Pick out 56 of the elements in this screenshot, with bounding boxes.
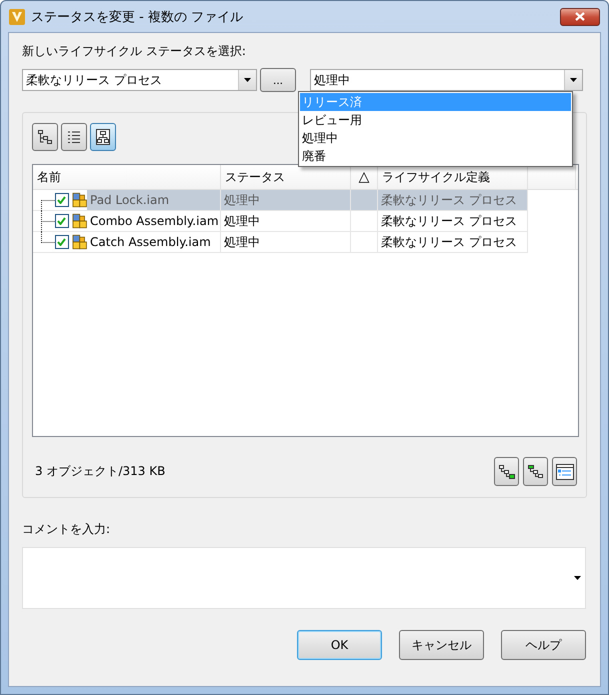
- checkbox[interactable]: [55, 235, 69, 249]
- dialog-button[interactable]: ヘルプ: [501, 630, 586, 660]
- column-header[interactable]: ステータス: [225, 168, 285, 186]
- close-button[interactable]: [560, 8, 600, 26]
- column-header[interactable]: 名前: [37, 168, 61, 186]
- check-icon: [57, 238, 66, 246]
- file-name-cell: Pad Lock.iam: [87, 190, 221, 210]
- assembly-icon: [72, 213, 87, 229]
- column-header[interactable]: ライフサイクル定義: [382, 168, 490, 186]
- view-toggle-button[interactable]: [32, 123, 58, 151]
- status-cell: 処理中: [221, 211, 351, 232]
- lifecycle-dropdown[interactable]: 柔軟なリリース プロセス: [22, 69, 257, 91]
- status-dropdown[interactable]: 処理中: [310, 69, 583, 91]
- dropdown-option[interactable]: 廃番: [300, 147, 571, 165]
- app-logo-icon: [9, 8, 25, 24]
- check-icon: [57, 196, 66, 204]
- dropdown-arrow-icon: [244, 78, 251, 82]
- window-title: ステータスを変更 - 複数の ファイル: [31, 8, 244, 26]
- check-icon: [57, 217, 66, 225]
- hierarchy-icon: [95, 129, 111, 145]
- columns-icon: [556, 464, 574, 480]
- column-header[interactable]: △: [358, 169, 370, 185]
- file-name-cell: Catch Assembly.iam: [87, 232, 221, 252]
- toolbar-button[interactable]: [523, 457, 548, 486]
- toolbar-button[interactable]: [552, 457, 577, 486]
- lifecycle-cell: 柔軟なリリース プロセス: [378, 190, 528, 211]
- file-name-cell: Combo Assembly.iam: [87, 210, 221, 232]
- browse-button[interactable]: ...: [260, 68, 296, 92]
- dropdown-arrow-icon: [570, 78, 577, 82]
- status-select-label: 新しいライフサイクル ステータスを選択:: [22, 43, 247, 60]
- empty-cell: [351, 232, 378, 253]
- checkbox[interactable]: [55, 214, 69, 228]
- status-cell: 処理中: [221, 232, 351, 253]
- collapse-tree-icon: [528, 464, 544, 478]
- close-icon: [575, 12, 585, 21]
- list-icon: [66, 129, 82, 145]
- comment-field[interactable]: [22, 547, 586, 609]
- checkbox[interactable]: [55, 193, 69, 207]
- comment-label: コメントを入力:: [22, 521, 112, 538]
- tree-view-icon: [37, 129, 53, 145]
- dropdown-arrow-icon: [574, 576, 581, 580]
- assembly-icon: [72, 234, 87, 250]
- dropdown-option[interactable]: 処理中: [300, 129, 571, 147]
- lifecycle-cell: 柔軟なリリース プロセス: [378, 232, 528, 253]
- empty-cell: [351, 211, 378, 232]
- view-toggle-button[interactable]: [90, 123, 116, 151]
- assembly-icon: [72, 192, 87, 208]
- dropdown-option[interactable]: レビュー用: [300, 111, 571, 129]
- dialog-button[interactable]: キャンセル: [399, 630, 484, 660]
- view-toggle-button[interactable]: [61, 123, 87, 151]
- object-count-text: 3 オブジェクト/313 KB: [35, 463, 166, 480]
- dialog-button[interactable]: OK: [297, 630, 382, 660]
- status-cell: 処理中: [221, 190, 351, 211]
- toolbar-button[interactable]: [494, 457, 519, 486]
- lifecycle-cell: 柔軟なリリース プロセス: [378, 211, 528, 232]
- expand-tree-icon: [498, 464, 514, 478]
